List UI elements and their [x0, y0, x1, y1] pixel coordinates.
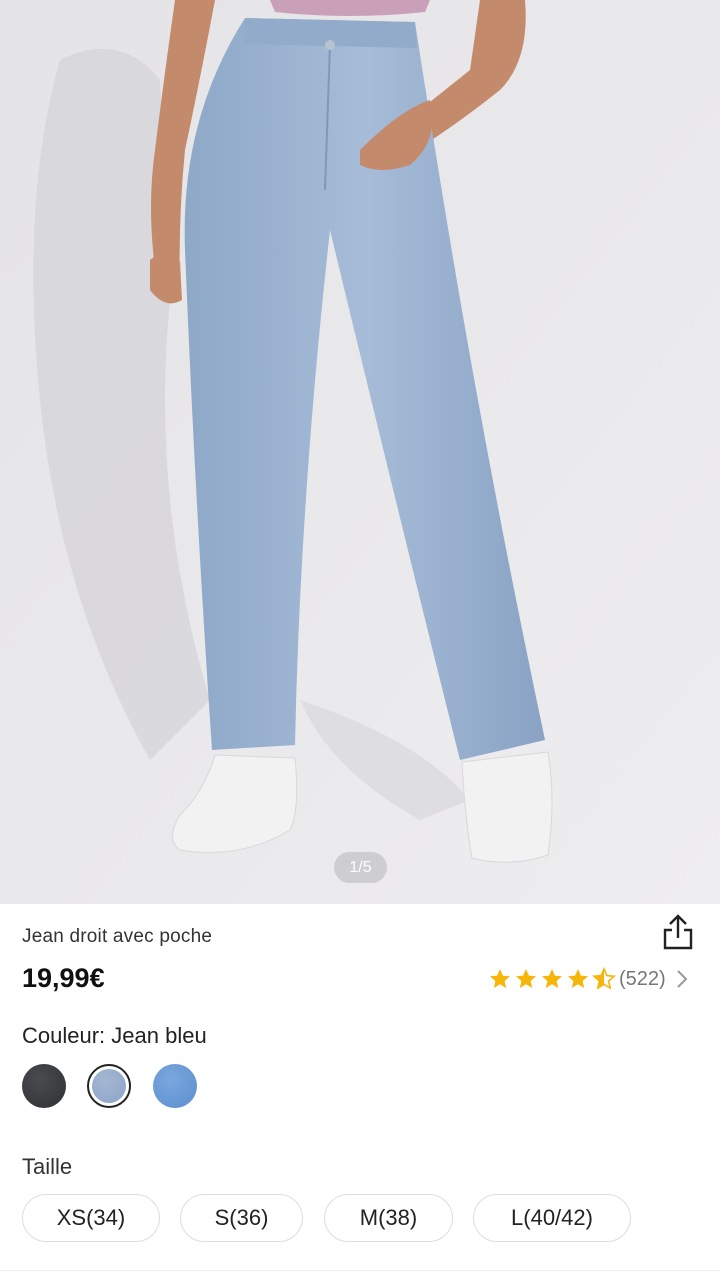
size-option-m[interactable]: M(38) — [324, 1194, 453, 1242]
rating-count: (522) — [619, 967, 666, 990]
size-label: Taille — [22, 1154, 73, 1179]
divider — [0, 1270, 720, 1271]
color-swatch-light-blue[interactable] — [87, 1064, 131, 1108]
chevron-right-icon[interactable] — [676, 969, 688, 989]
product-price: 19,99€ — [22, 963, 105, 993]
star-icon — [542, 969, 562, 988]
rating-stars — [488, 967, 618, 991]
size-option-s[interactable]: S(36) — [180, 1194, 303, 1242]
size-option-xs[interactable]: XS(34) — [22, 1194, 160, 1242]
product-title: Jean droit avec poche — [22, 926, 213, 947]
product-image[interactable]: 1/5 — [0, 0, 720, 904]
color-label: Couleur: Jean bleu — [22, 1023, 207, 1048]
star-icon — [568, 969, 588, 988]
size-option-l[interactable]: L(40/42) — [473, 1194, 631, 1242]
page-indicator: 1/5 — [334, 852, 387, 883]
star-half-icon — [592, 967, 616, 990]
star-icon — [516, 969, 536, 988]
rating-summary[interactable]: (522) — [488, 964, 688, 994]
product-photo — [0, 0, 720, 904]
share-icon[interactable] — [660, 912, 696, 952]
star-icon — [490, 969, 510, 988]
color-swatch-blue[interactable] — [153, 1064, 197, 1108]
color-swatch-black[interactable] — [22, 1064, 66, 1108]
